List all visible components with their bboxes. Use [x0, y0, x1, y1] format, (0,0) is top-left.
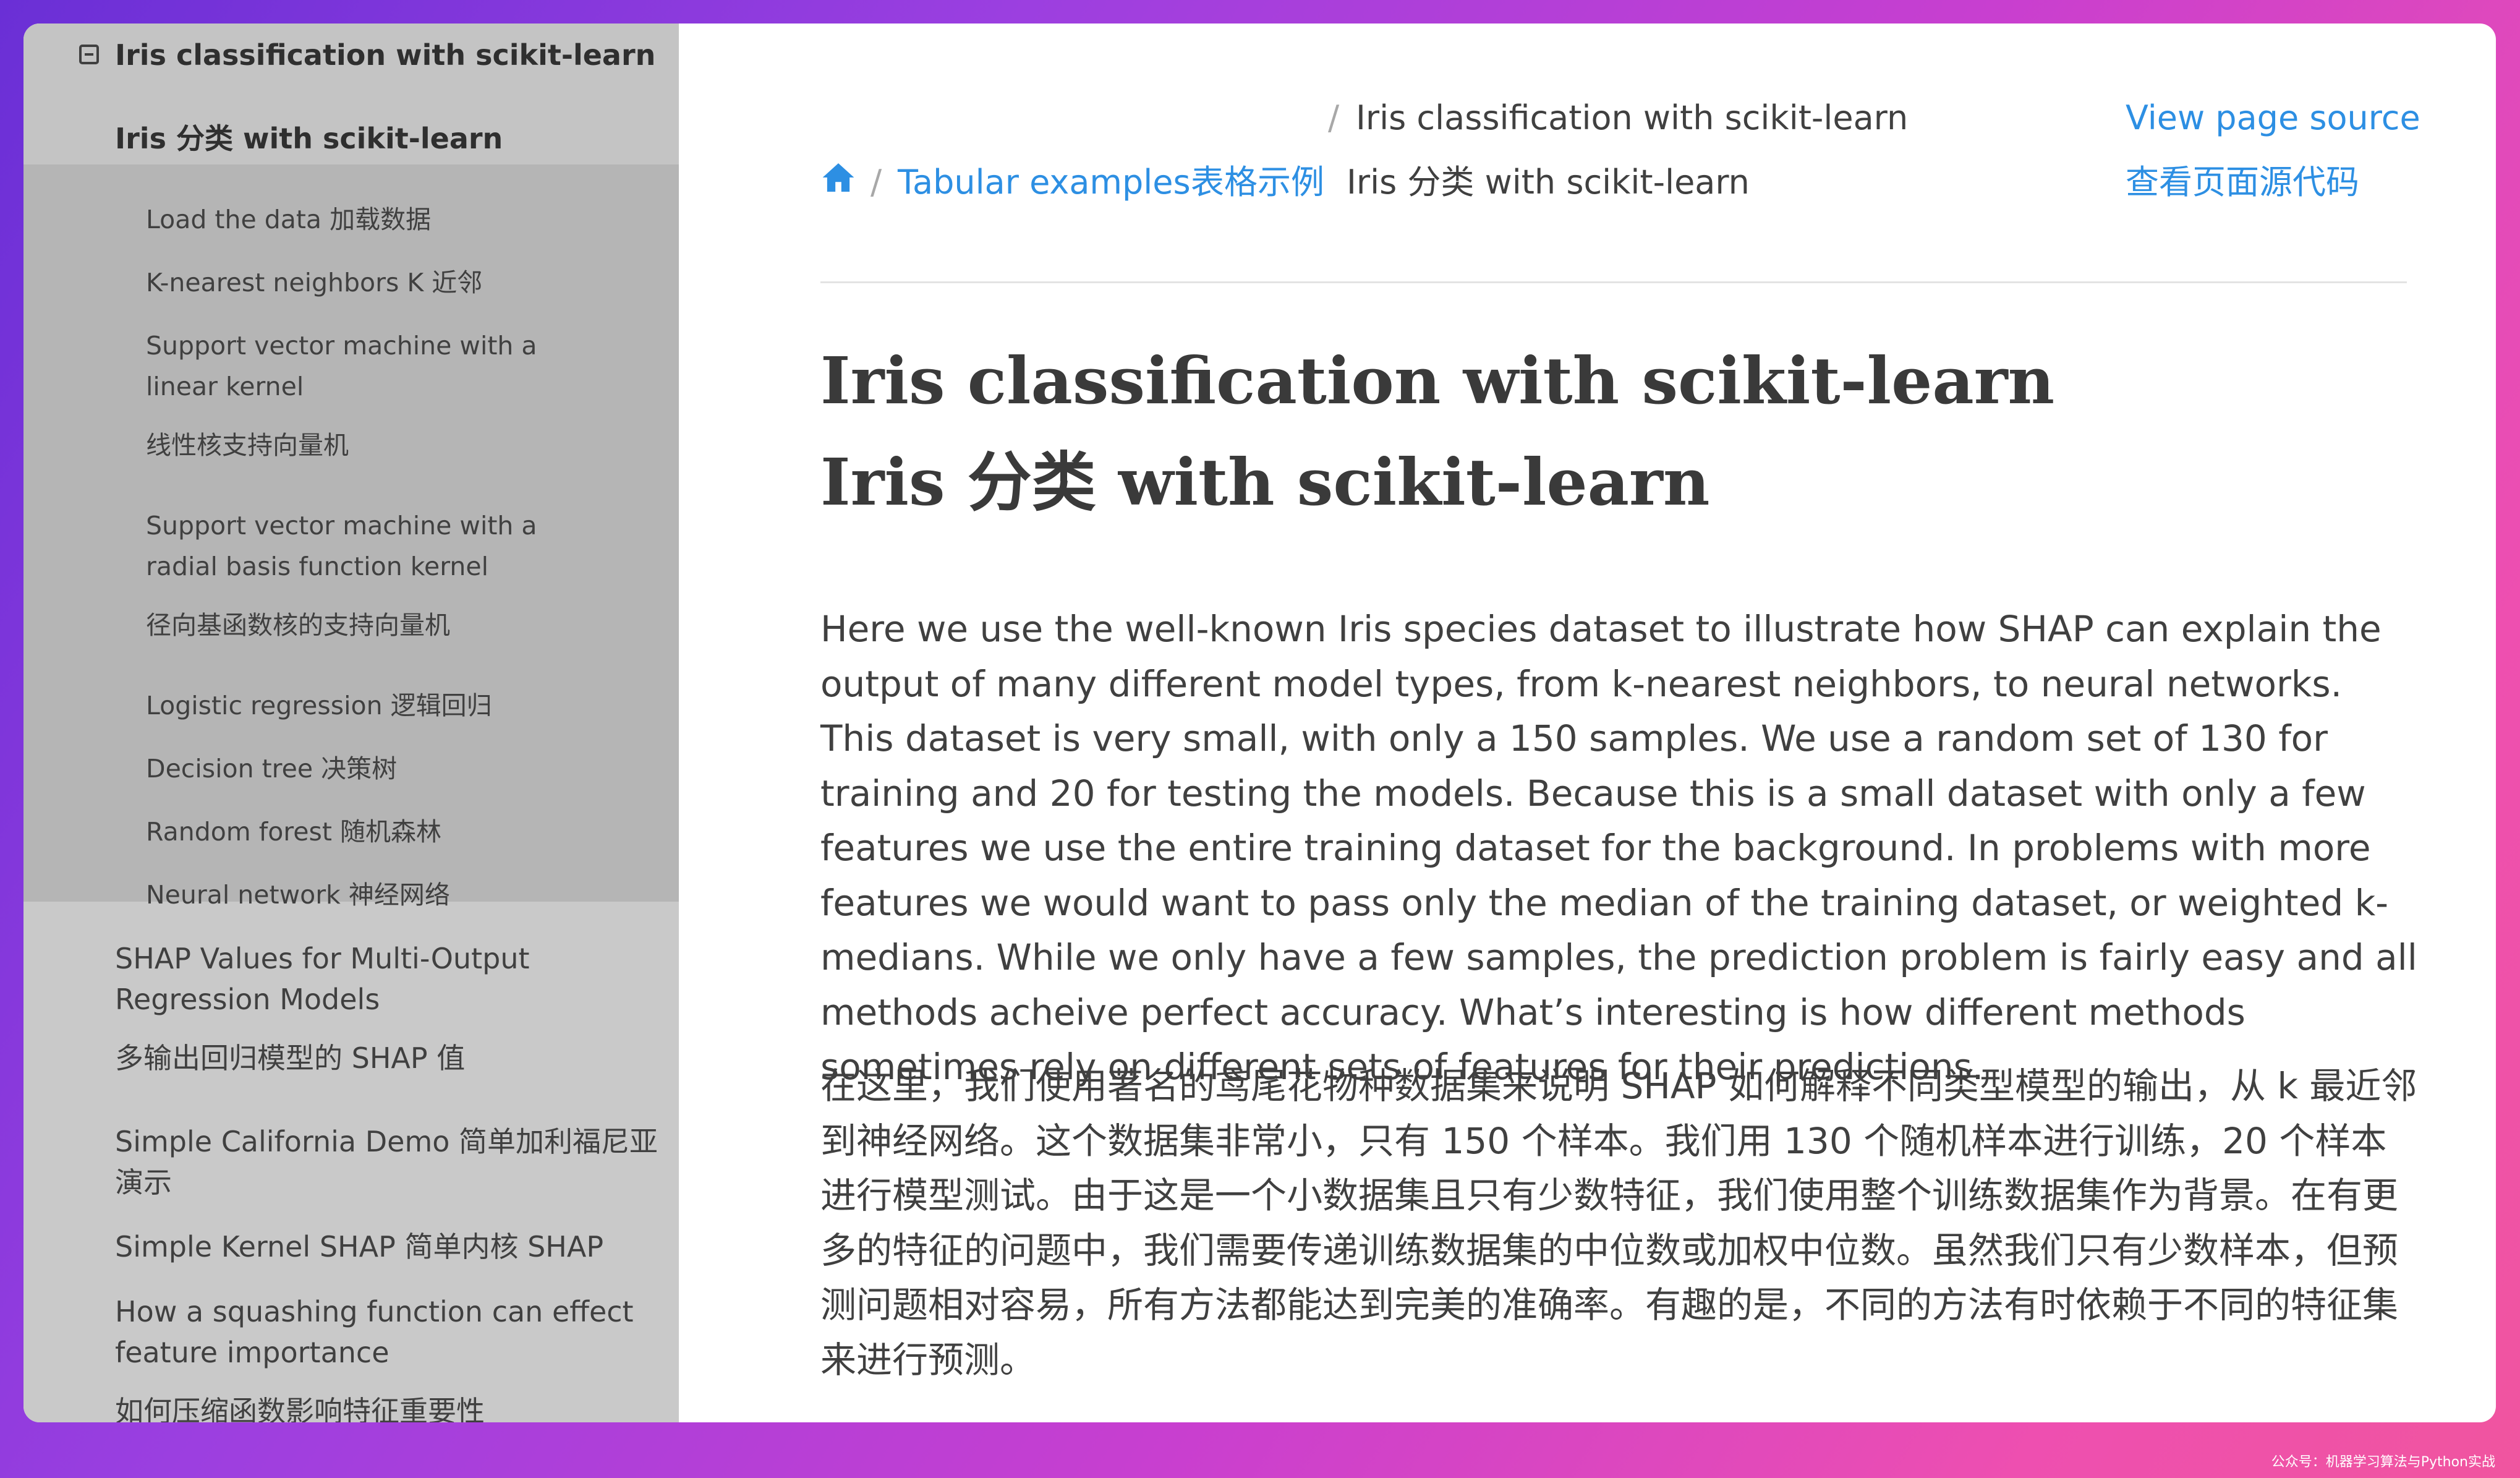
- sidebar-item-squashing-zh[interactable]: 如何压缩函数影响特征重要性: [115, 1391, 485, 1422]
- sidebar-nav: Iris classification with scikit-learn Ir…: [23, 23, 679, 1422]
- breadcrumb-separator: /: [1328, 98, 1340, 137]
- view-page-source-link-zh[interactable]: 查看页面源代码: [2126, 161, 2359, 204]
- main-content: / Iris classification with scikit-learn …: [679, 23, 2496, 1422]
- watermark: 公众号：机器学习算法与Python实战: [2271, 1455, 2495, 1470]
- sidebar-item-svm-rbf[interactable]: Support vector machine with a radial bas…: [146, 505, 616, 587]
- breadcrumb-current-zh: Iris 分类 with scikit-learn: [1347, 163, 1750, 202]
- sidebar-item-load-data[interactable]: Load the data 加载数据: [146, 199, 431, 240]
- breadcrumb-tabular-examples[interactable]: Tabular examples: [898, 161, 1191, 204]
- intro-paragraph: Here we use the well-known Iris species …: [820, 608, 2417, 1088]
- breadcrumb-separator-2: /: [871, 163, 882, 202]
- sidebar-item-california-demo[interactable]: Simple California Demo 简单加利福尼亚演示: [115, 1121, 659, 1203]
- intro-paragraph-zh: 在这里，我们使用著名的鸢尾花物种数据集来说明 SHAP 如何解释不同类型模型的输…: [820, 1065, 2417, 1381]
- collapse-toggle-icon[interactable]: [79, 45, 99, 64]
- sidebar-item-neural-network[interactable]: Neural network 神经网络: [146, 874, 450, 915]
- sidebar-item-current[interactable]: Iris classification with scikit-learn: [115, 35, 655, 75]
- header-divider: [820, 281, 2407, 283]
- sidebar-item-svm-rbf-zh[interactable]: 径向基函数核的支持向量机: [146, 605, 450, 646]
- page-title-zh: Iris 分类 with scikit-learn: [820, 444, 1710, 520]
- sidebar-item-decision-tree[interactable]: Decision tree 决策树: [146, 748, 397, 789]
- sidebar-item-squashing[interactable]: How a squashing function can effect feat…: [115, 1291, 647, 1373]
- sidebar-item-current-zh[interactable]: Iris 分类 with scikit-learn: [115, 118, 503, 159]
- sidebar-item-multi-output[interactable]: SHAP Values for Multi-Output Regression …: [115, 938, 610, 1020]
- breadcrumb-tabular-examples-zh[interactable]: 表格示例: [1191, 161, 1324, 204]
- view-page-source-link[interactable]: View page source: [2126, 96, 2420, 140]
- sidebar-item-svm-linear[interactable]: Support vector machine with a linear ker…: [146, 325, 616, 407]
- page-title: Iris classification with scikit-learn: [820, 343, 2055, 419]
- home-icon[interactable]: [820, 160, 856, 195]
- browser-window: Iris classification with scikit-learn Ir…: [23, 23, 2496, 1422]
- sidebar-item-svm-linear-zh[interactable]: 线性核支持向量机: [146, 425, 349, 466]
- sidebar-item-knn[interactable]: K-nearest neighbors K 近邻: [146, 262, 482, 303]
- sidebar-item-multi-output-zh[interactable]: 多输出回归模型的 SHAP 值: [115, 1038, 465, 1079]
- sidebar-item-random-forest[interactable]: Random forest 随机森林: [146, 811, 441, 852]
- breadcrumb-current: Iris classification with scikit-learn: [1356, 98, 1909, 137]
- sidebar-item-logistic-regression[interactable]: Logistic regression 逻辑回归: [146, 685, 492, 726]
- sidebar-item-kernel-shap[interactable]: Simple Kernel SHAP 简单内核 SHAP: [115, 1226, 603, 1267]
